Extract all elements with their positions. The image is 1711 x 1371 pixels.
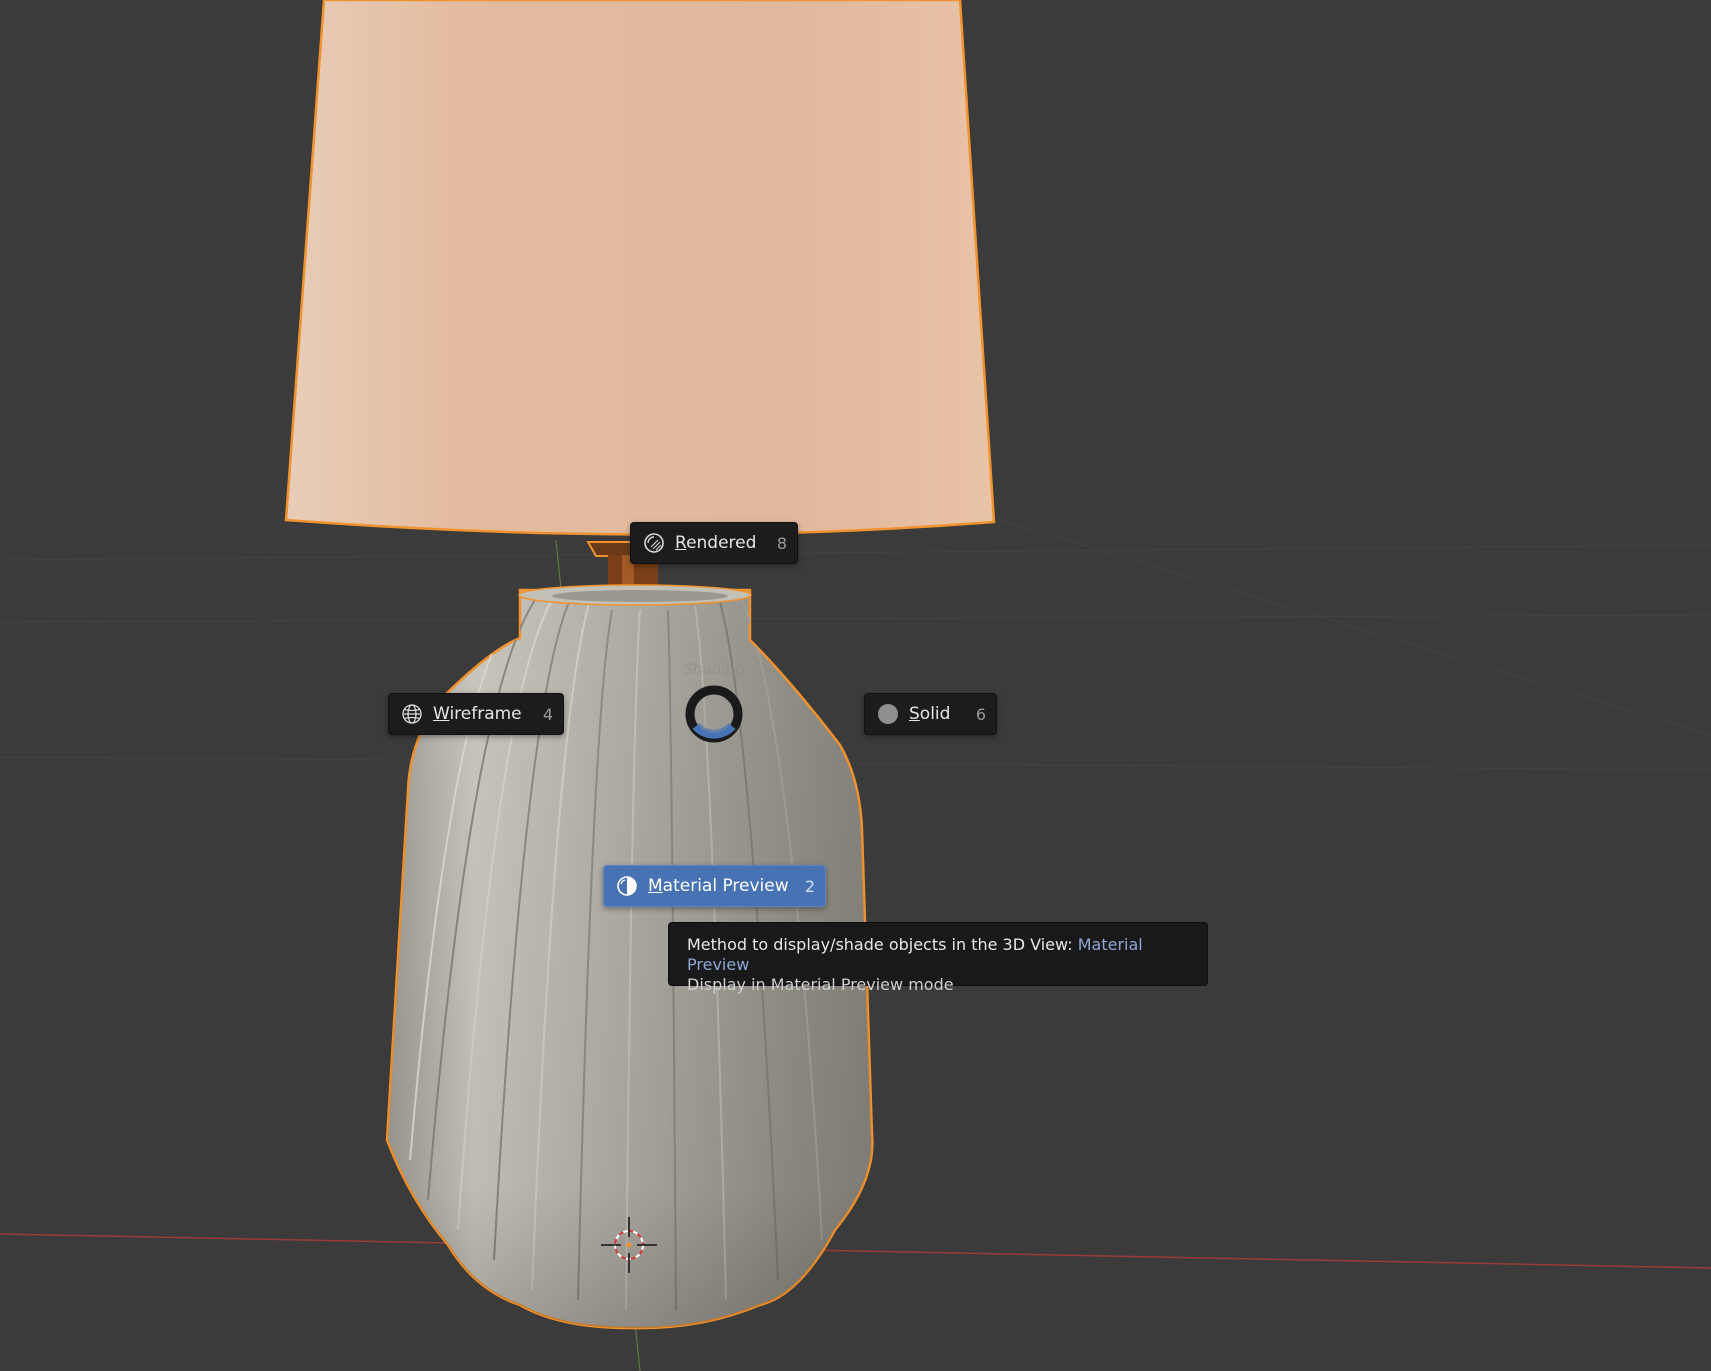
3d-viewport[interactable] <box>0 0 1711 1371</box>
material-preview-shortcut: 2 <box>804 876 815 896</box>
wireframe-shading-button[interactable]: Wireframe 4 <box>388 693 564 735</box>
solid-shading-icon <box>877 703 899 725</box>
x-axis-line <box>0 1233 1711 1269</box>
tooltip-description: Display in Material Preview mode <box>687 975 954 994</box>
rendered-shading-icon <box>643 532 665 554</box>
rendered-shortcut: 8 <box>776 533 787 553</box>
material-preview-shading-button[interactable]: Material Preview 2 <box>603 865 826 907</box>
rendered-shading-button[interactable]: Rendered 8 <box>630 522 798 564</box>
solid-shortcut: 6 <box>975 704 986 724</box>
material-preview-shading-icon <box>616 875 638 897</box>
solid-shading-button[interactable]: Solid 6 <box>864 693 997 735</box>
tooltip-title: Method to display/shade objects in the 3… <box>687 935 1143 974</box>
lamp-shade[interactable] <box>284 0 996 536</box>
wireframe-shading-icon <box>401 703 423 725</box>
pie-direction-indicator <box>685 685 743 743</box>
pie-menu-title: Shading <box>683 660 745 678</box>
viewport-grid <box>0 519 1711 771</box>
tooltip: Method to display/shade objects in the 3… <box>668 922 1208 994</box>
wireframe-shortcut: 4 <box>542 704 553 724</box>
